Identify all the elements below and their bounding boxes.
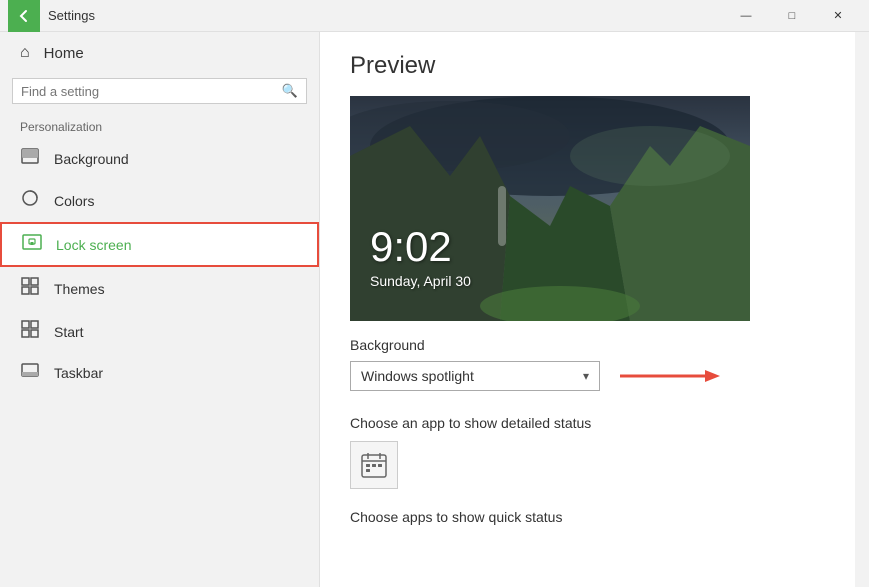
background-field-label: Background: [350, 337, 825, 353]
content-area: Preview: [320, 32, 855, 587]
sidebar-item-background[interactable]: Background: [0, 138, 319, 179]
sidebar-item-taskbar[interactable]: Taskbar: [0, 353, 319, 392]
search-icon: 🔍: [282, 83, 298, 99]
background-icon: [20, 148, 40, 169]
title-bar: Settings — □ ✕: [0, 0, 869, 32]
main-layout: ⌂ Home 🔍 Personalization Background: [0, 32, 869, 587]
sidebar-section-label: Personalization: [0, 112, 319, 138]
search-box[interactable]: 🔍: [12, 78, 307, 104]
search-input[interactable]: [21, 84, 282, 99]
scrollbar-track[interactable]: [855, 32, 869, 587]
taskbar-icon: [20, 363, 40, 382]
colors-label: Colors: [54, 193, 94, 209]
detailed-status-app-button[interactable]: [350, 441, 398, 489]
chevron-down-icon: ▾: [583, 369, 589, 383]
back-icon: [17, 9, 31, 23]
close-button[interactable]: ✕: [815, 0, 861, 32]
dropdown-value: Windows spotlight: [361, 368, 474, 384]
start-label: Start: [54, 324, 84, 340]
dropdown-row: Windows spotlight ▾: [350, 361, 825, 391]
home-icon: ⌂: [20, 44, 30, 62]
detailed-status-label: Choose an app to show detailed status: [350, 415, 825, 431]
themes-label: Themes: [54, 281, 105, 297]
sidebar-item-start[interactable]: Start: [0, 310, 319, 353]
red-arrow-icon: [620, 364, 720, 388]
calendar-icon: [360, 451, 388, 479]
sidebar-home-label: Home: [44, 45, 84, 62]
preview-image: 9:02 Sunday, April 30: [350, 96, 750, 321]
sidebar-item-colors[interactable]: Colors: [0, 179, 319, 222]
content-title: Preview: [350, 52, 825, 80]
preview-date: Sunday, April 30: [370, 273, 471, 289]
sidebar-item-lock-screen[interactable]: Lock screen: [0, 222, 319, 267]
sidebar-item-home[interactable]: ⌂ Home: [0, 32, 319, 74]
background-dropdown[interactable]: Windows spotlight ▾: [350, 361, 600, 391]
lock-screen-icon: [22, 234, 42, 255]
themes-icon: [20, 277, 40, 300]
sidebar-item-themes[interactable]: Themes: [0, 267, 319, 310]
taskbar-label: Taskbar: [54, 365, 103, 381]
maximize-button[interactable]: □: [769, 0, 815, 32]
quick-status-label: Choose apps to show quick status: [350, 509, 825, 525]
start-icon: [20, 320, 40, 343]
arrow-indicator: [620, 364, 720, 388]
window-controls: — □ ✕: [723, 0, 861, 32]
sidebar: ⌂ Home 🔍 Personalization Background: [0, 32, 320, 587]
back-button[interactable]: [8, 0, 40, 32]
minimize-button[interactable]: —: [723, 0, 769, 32]
background-label: Background: [54, 151, 129, 167]
colors-icon: [20, 189, 40, 212]
lock-screen-label: Lock screen: [56, 237, 131, 253]
preview-time: 9:02: [370, 223, 452, 271]
window-title: Settings: [48, 8, 723, 23]
